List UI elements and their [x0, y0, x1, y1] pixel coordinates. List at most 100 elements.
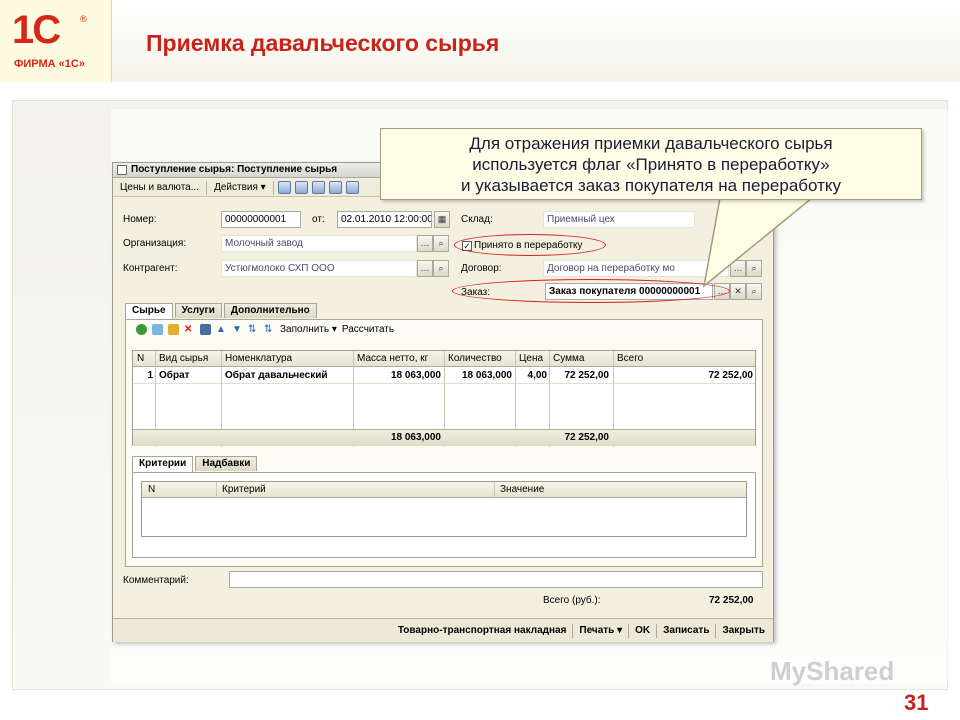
fill-button-label: Заполнить: [280, 324, 330, 335]
post-icon[interactable]: [311, 181, 325, 194]
col-kind[interactable]: Вид сырья: [157, 351, 210, 366]
calc-button[interactable]: Рассчитать: [342, 324, 394, 335]
col-sum[interactable]: Сумма: [551, 351, 586, 366]
menu-actions[interactable]: Действия ▾: [211, 181, 269, 194]
menu-actions-label: Действия: [214, 182, 258, 193]
save-button[interactable]: Записать: [663, 625, 709, 636]
tab-services[interactable]: Услуги: [174, 303, 222, 318]
warehouse-label: Склад:: [461, 214, 493, 225]
order-clear-button[interactable]: ✕: [730, 283, 746, 300]
table-toolbar: ✕ ▲ ▼ ⇅ ⇅ Заполнить ▾ Рассчитать: [136, 324, 394, 335]
contract-field[interactable]: Договор на переработку мо: [543, 260, 729, 277]
slide-title: Приемка давальческого сырья: [146, 30, 500, 56]
logo-registered: ®: [80, 14, 87, 24]
counterparty-select-button[interactable]: …: [417, 260, 433, 277]
comment-label: Комментарий:: [123, 575, 189, 586]
number-field[interactable]: 00000000001: [221, 211, 301, 228]
counterparty-open-button[interactable]: ⌕: [433, 260, 449, 277]
contract-label: Договор:: [461, 263, 502, 274]
lower-tabs: Критерии Надбавки: [132, 456, 259, 472]
criteria-table[interactable]: N Критерий Значение: [141, 481, 747, 537]
waybill-button[interactable]: Товарно-транспортная накладная: [398, 625, 567, 636]
callout-line-3: и указывается заказ покупателя на перера…: [460, 176, 842, 195]
tab-criteria[interactable]: Критерии: [132, 456, 194, 472]
sort-asc-icon[interactable]: ⇅: [248, 324, 259, 335]
table-totals: 18 063,000 72 252,00: [133, 429, 755, 446]
cell-total: 72 252,00: [708, 370, 754, 381]
cell-mass: 18 063,000: [390, 370, 441, 381]
contract-open-button[interactable]: ⌕: [746, 260, 762, 277]
order-open-button[interactable]: ⌕: [746, 283, 762, 300]
total-label: Всего (руб.):: [543, 595, 601, 606]
order-highlight: [452, 279, 730, 303]
counterparty-field[interactable]: Устюгмолоко СХП ООО: [221, 260, 417, 277]
end-edit-icon[interactable]: [200, 324, 211, 335]
add-row-icon[interactable]: [136, 324, 147, 335]
raw-materials-table[interactable]: N Вид сырья Номенклатура Масса нетто, кг…: [132, 350, 756, 447]
cell-n: 1: [147, 370, 153, 381]
slide-header: 1C ® ФИРМА «1С» Приемка давальческого сы…: [0, 0, 960, 82]
move-up-icon[interactable]: ▲: [216, 324, 227, 335]
ok-button[interactable]: OK: [635, 625, 650, 636]
refresh-icon[interactable]: [294, 181, 308, 194]
report-icon[interactable]: [328, 181, 342, 194]
contract-select-button[interactable]: …: [730, 260, 746, 277]
col-qty[interactable]: Количество: [446, 351, 504, 366]
organization-field[interactable]: Молочный завод: [221, 235, 417, 252]
organization-open-button[interactable]: ⌕: [433, 235, 449, 252]
watermark: MyShared: [770, 656, 895, 686]
calendar-button[interactable]: ▦: [434, 211, 450, 228]
cell-qty: 18 063,000: [461, 370, 512, 381]
structure-icon[interactable]: [345, 181, 359, 194]
col-n[interactable]: N: [135, 351, 146, 366]
bottom-bar: Товарно-транспортная накладная Печать ▾ …: [113, 618, 773, 642]
total-mass: 18 063,000: [390, 432, 441, 443]
col-price[interactable]: Цена: [517, 351, 545, 366]
criteria-col-n[interactable]: N: [146, 482, 157, 497]
date-field[interactable]: 02.01.2010 12:00:00: [337, 211, 432, 228]
sort-desc-icon[interactable]: ⇅: [264, 324, 275, 335]
total-value: 72 252,00: [709, 595, 754, 606]
comment-field[interactable]: [229, 571, 763, 588]
cell-kind: Обрат: [159, 370, 190, 381]
criteria-header: N Критерий Значение: [142, 482, 746, 498]
cell-sum: 72 252,00: [564, 370, 610, 381]
criteria-col-name[interactable]: Критерий: [220, 482, 268, 497]
criteria-col-value[interactable]: Значение: [498, 482, 546, 497]
document-tabs: Сырье Услуги Дополнительно: [125, 303, 319, 319]
raw-tab-panel: ✕ ▲ ▼ ⇅ ⇅ Заполнить ▾ Рассчитать N Вид с…: [125, 319, 763, 567]
menu-prices[interactable]: Цены и валюта...: [117, 181, 202, 194]
organization-select-button[interactable]: …: [417, 235, 433, 252]
document-icon: [117, 165, 127, 175]
col-item[interactable]: Номенклатура: [223, 351, 294, 366]
document-window: Поступление сырья: Поступление сырья Цен…: [112, 162, 774, 642]
move-down-icon[interactable]: ▼: [232, 324, 243, 335]
copy-row-icon[interactable]: [152, 324, 163, 335]
counterparty-label: Контрагент:: [123, 263, 178, 274]
close-button[interactable]: Закрыть: [722, 625, 765, 636]
checkbox-highlight: [454, 234, 606, 256]
page-number: 31: [904, 690, 929, 715]
window-title-text: Поступление сырья: Поступление сырья: [131, 164, 338, 175]
tab-bonuses[interactable]: Надбавки: [195, 456, 258, 471]
logo: 1C ® ФИРМА «1С»: [0, 0, 112, 82]
fill-button[interactable]: Заполнить ▾: [280, 324, 337, 335]
delete-row-icon[interactable]: ✕: [184, 324, 195, 335]
warehouse-field[interactable]: Приемный цех: [543, 211, 695, 228]
number-label: Номер:: [123, 214, 157, 225]
tab-raw[interactable]: Сырье: [125, 303, 173, 319]
edit-row-icon[interactable]: [168, 324, 179, 335]
cell-price: 4,00: [527, 370, 547, 381]
logo-mark: 1C: [12, 8, 61, 52]
criteria-panel: N Критерий Значение: [132, 472, 756, 558]
logo-firm: ФИРМА «1С»: [14, 58, 85, 70]
callout-line-2: используется флаг «Принято в переработку…: [472, 155, 830, 174]
col-total[interactable]: Всего: [615, 351, 645, 366]
total-sum: 72 252,00: [564, 432, 610, 443]
col-mass[interactable]: Масса нетто, кг: [355, 351, 430, 366]
date-label: от:: [312, 214, 325, 225]
print-button[interactable]: Печать ▾: [579, 625, 622, 636]
save-icon[interactable]: [277, 181, 291, 194]
tab-additional[interactable]: Дополнительно: [223, 303, 317, 318]
organization-label: Организация:: [123, 238, 187, 249]
